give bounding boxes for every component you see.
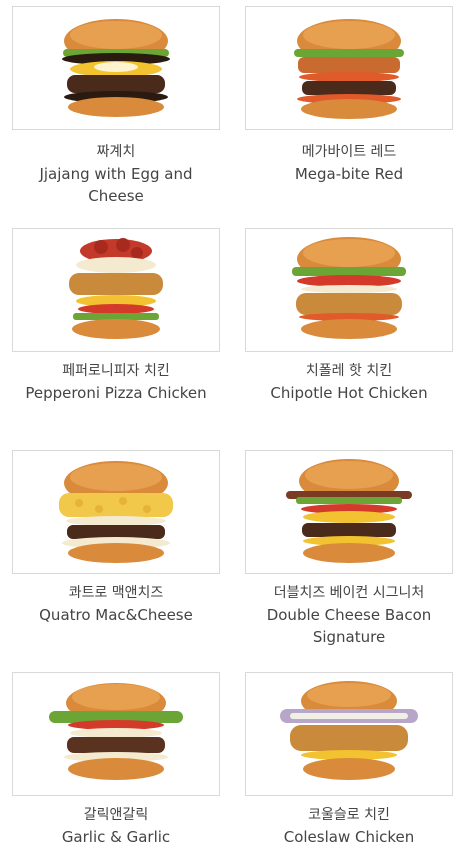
burger-double-cheese-bacon-signature-icon (286, 459, 412, 563)
menu-item-name-ko: 치폴레 핫 치킨 (305, 363, 393, 379)
menu-item-name-en: Garlic & Garlic (61, 828, 171, 846)
menu-item-image[interactable] (245, 228, 453, 352)
menu-item-name-en: Pepperoni Pizza Chicken (25, 384, 207, 402)
menu-item-image[interactable] (12, 450, 220, 574)
menu-item-image[interactable] (245, 450, 453, 574)
menu-item-name-en: Coleslaw Chicken (283, 828, 415, 846)
burger-jjajang-egg-cheese-icon (62, 19, 170, 117)
burger-pepperoni-pizza-chicken-icon (69, 238, 163, 339)
burger-garlic-and-garlic-icon (49, 683, 183, 780)
menu-item-image[interactable] (12, 6, 220, 130)
menu-item-name-ko: 콰트로 맥앤치즈 (68, 585, 164, 601)
menu-item-image[interactable] (12, 228, 220, 352)
menu-item-name-en: Double Cheese Bacon Signature (266, 606, 432, 646)
burger-chipotle-hot-chicken-icon (292, 237, 406, 339)
menu-item-name-ko: 더블치즈 베이컨 시그니처 (273, 585, 425, 601)
menu-item-image[interactable] (12, 672, 220, 796)
menu-item-name-ko: 페퍼로니피자 치킨 (62, 363, 170, 379)
burger-quatro-mac-cheese-icon (59, 461, 173, 563)
menu-grid: 짜계치 Jjajang with Egg and Cheese 메가바이트 레드… (0, 0, 466, 849)
menu-item-name-ko: 갈릭앤갈릭 (83, 807, 149, 823)
burger-coleslaw-chicken-icon (280, 681, 418, 780)
burger-mega-bite-red-icon (294, 19, 404, 119)
menu-item-name-en: Quatro Mac&Cheese (39, 606, 193, 624)
menu-item-name-en: Jjajang with Egg and Cheese (39, 165, 193, 205)
menu-item-name-en: Chipotle Hot Chicken (270, 384, 428, 402)
menu-item-name-en: Mega-bite Red (294, 165, 404, 183)
menu-item-name-ko: 메가바이트 레드 (301, 144, 397, 160)
menu-item-image[interactable] (245, 672, 453, 796)
menu-item-image[interactable] (245, 6, 453, 130)
menu-item-name-ko: 코울슬로 치킨 (308, 807, 390, 823)
menu-item-name-ko: 짜계치 (96, 144, 136, 160)
